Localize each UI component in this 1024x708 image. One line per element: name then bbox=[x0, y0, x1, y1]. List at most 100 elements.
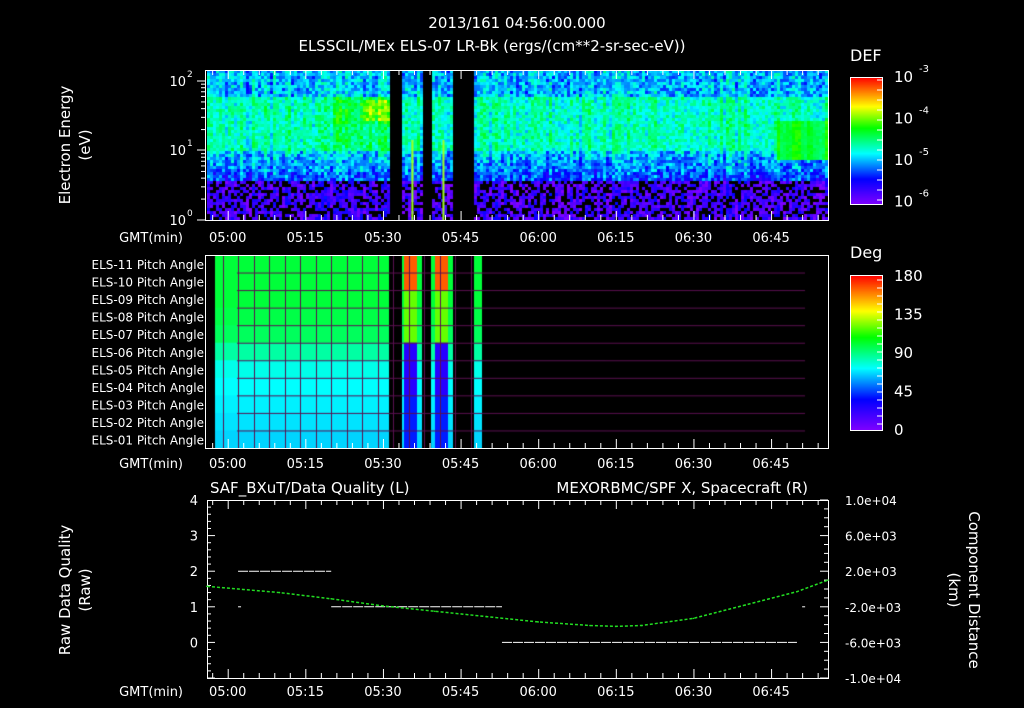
energy-tick-label: 10 bbox=[169, 144, 186, 159]
energy-axis-label: Electron Energy bbox=[56, 85, 74, 204]
time-tick-label: 05:30 bbox=[364, 457, 401, 472]
time-tick-label: 05:45 bbox=[442, 231, 479, 246]
time-tick-label: 05:30 bbox=[364, 685, 401, 700]
def-colorbar-label: 10 bbox=[894, 110, 913, 128]
time-tick-label: 06:45 bbox=[752, 231, 789, 246]
spf-x-point bbox=[589, 624, 591, 627]
pitch-row-label: ELS-11 Pitch Angle bbox=[92, 258, 204, 272]
energy-tick-exp: 1 bbox=[187, 139, 193, 149]
deg-colorbar-title: Deg bbox=[850, 243, 882, 262]
spf-x-point bbox=[485, 615, 488, 618]
left-axis-label: 4 bbox=[190, 494, 198, 509]
spf-x-point bbox=[640, 624, 643, 627]
time-tick-label: 06:00 bbox=[519, 457, 556, 472]
spf-x-point bbox=[692, 617, 695, 620]
time-axis-label: GMT(min) bbox=[119, 685, 183, 700]
right-axis-label: 1.0e+04 bbox=[845, 494, 897, 508]
plot-title: ELSSCIL/MEx ELS-07 LR-Bk (ergs/(cm**2-sr… bbox=[298, 37, 685, 55]
quality-title: SAF_BXuT/Data Quality (L) bbox=[210, 479, 410, 498]
right-axis-label: 2.0e+03 bbox=[845, 565, 897, 579]
energy-tick-label: 10 bbox=[169, 214, 186, 229]
def-colorbar-title: DEF bbox=[850, 46, 882, 65]
orbit-title: MEXORBMC/SPF X, Spacecraft (R) bbox=[556, 479, 808, 497]
time-tick-label: 06:30 bbox=[675, 685, 712, 700]
spf-x-point bbox=[537, 621, 539, 623]
pitch-frame bbox=[205, 255, 829, 449]
spectrogram-frame bbox=[205, 70, 829, 221]
spf-x-point bbox=[796, 590, 798, 593]
time-tick-label: 06:00 bbox=[519, 231, 556, 246]
time-tick-label: 05:00 bbox=[209, 231, 246, 246]
time-tick-label: 06:30 bbox=[675, 231, 712, 246]
spf-x-point bbox=[433, 610, 436, 613]
plot-overlay: 2013/161 04:56:00.000 ELSSCIL/MEx ELS-07… bbox=[56, 14, 983, 700]
def-colorbar-frame bbox=[850, 77, 883, 205]
pitch-row-label: ELS-02 Pitch Angle bbox=[92, 416, 204, 430]
time-tick-label: 05:45 bbox=[442, 685, 479, 700]
right-axis-label: -6.0e+03 bbox=[845, 636, 901, 650]
spf-x-point bbox=[827, 579, 829, 581]
time-tick-label: 06:15 bbox=[597, 685, 634, 700]
pitch-row-label: ELS-08 Pitch Angle bbox=[92, 311, 204, 325]
time-tick-label: 05:00 bbox=[209, 457, 246, 472]
quality-frame bbox=[207, 500, 829, 679]
pitch-row-label: ELS-06 Pitch Angle bbox=[92, 346, 204, 360]
right-axis-label: -2.0e+03 bbox=[845, 601, 901, 615]
deg-colorbar-label: 135 bbox=[894, 306, 923, 324]
spf-x-point bbox=[615, 625, 617, 628]
energy-tick-label: 10 bbox=[169, 75, 186, 90]
left-axis-label: 1 bbox=[190, 601, 198, 616]
plot-timestamp: 2013/161 04:56:00.000 bbox=[428, 14, 605, 32]
spf-x-point bbox=[382, 605, 384, 607]
left-axis-label: 3 bbox=[190, 530, 198, 545]
right-axis-label: 6.0e+03 bbox=[845, 530, 897, 544]
spf-x-line bbox=[206, 579, 829, 628]
left-axis-label: 0 bbox=[190, 636, 198, 651]
deg-colorbar-label: 180 bbox=[894, 267, 923, 285]
def-colorbar-label: 10 bbox=[894, 193, 913, 211]
time-tick-label: 06:30 bbox=[675, 457, 712, 472]
deg-colorbar-label: 90 bbox=[894, 344, 913, 362]
time-tick-label: 05:15 bbox=[287, 457, 324, 472]
def-colorbar-label-exp: -4 bbox=[919, 106, 929, 117]
pitch-row-label: ELS-04 Pitch Angle bbox=[92, 381, 204, 395]
time-tick-label: 06:45 bbox=[752, 457, 789, 472]
quality-axis-label: Raw Data Quality bbox=[56, 525, 74, 656]
spf-x-point bbox=[206, 585, 208, 588]
time-tick-label: 06:00 bbox=[519, 685, 556, 700]
energy-tick-exp: 0 bbox=[187, 209, 193, 219]
right-axis-label: -1.0e+04 bbox=[845, 672, 901, 686]
time-tick-label: 06:45 bbox=[752, 685, 789, 700]
left-axis-label: 2 bbox=[190, 565, 198, 580]
energy-axis-unit: (eV) bbox=[76, 129, 94, 160]
def-colorbar-label: 10 bbox=[894, 68, 913, 86]
time-tick-label: 05:30 bbox=[364, 231, 401, 246]
quality-axis-unit: (Raw) bbox=[76, 568, 94, 611]
pitch-row-label: ELS-07 Pitch Angle bbox=[92, 328, 204, 342]
distance-axis-label: Component Distance bbox=[965, 511, 983, 668]
pitch-row-label: ELS-01 Pitch Angle bbox=[92, 434, 204, 448]
spf-x-point bbox=[330, 597, 333, 600]
distance-axis-unit: (km) bbox=[945, 572, 963, 607]
pitch-row-label: ELS-10 Pitch Angle bbox=[92, 276, 204, 290]
pitch-row-label: ELS-09 Pitch Angle bbox=[92, 293, 204, 307]
energy-tick-exp: 2 bbox=[187, 70, 193, 80]
pitch-row-label: ELS-05 Pitch Angle bbox=[92, 363, 204, 377]
def-colorbar-label: 10 bbox=[894, 151, 913, 169]
def-colorbar-label-exp: -6 bbox=[919, 189, 929, 200]
time-tick-label: 05:15 bbox=[287, 231, 324, 246]
pitch-row-label: ELS-03 Pitch Angle bbox=[92, 398, 204, 412]
time-tick-label: 06:15 bbox=[597, 457, 634, 472]
spf-x-point bbox=[278, 591, 281, 594]
time-axis-label: GMT(min) bbox=[119, 231, 183, 246]
time-tick-label: 06:15 bbox=[597, 231, 634, 246]
time-tick-label: 05:45 bbox=[442, 457, 479, 472]
deg-colorbar-label: 45 bbox=[894, 383, 913, 401]
def-colorbar-label-exp: -5 bbox=[919, 147, 929, 158]
deg-colorbar-frame bbox=[850, 275, 883, 431]
spf-x-point bbox=[744, 604, 746, 606]
time-tick-label: 05:00 bbox=[209, 685, 246, 700]
deg-colorbar-label: 0 bbox=[894, 421, 904, 439]
time-tick-label: 05:15 bbox=[287, 685, 324, 700]
def-colorbar-label-exp: -3 bbox=[919, 64, 929, 75]
